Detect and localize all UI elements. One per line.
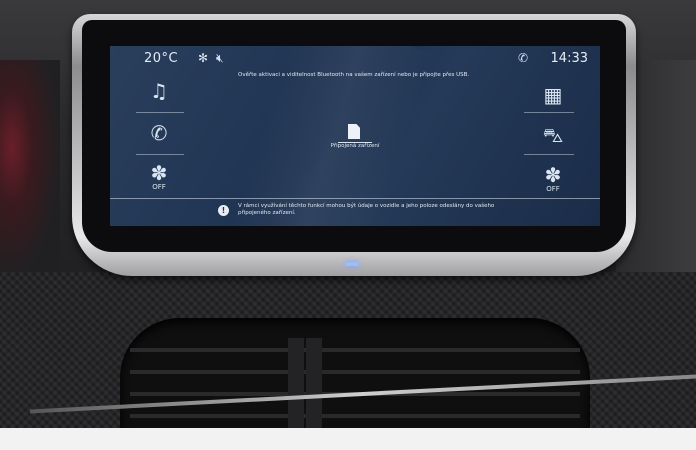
music-note-icon: ♫ xyxy=(150,79,168,103)
left-menu-divider xyxy=(136,112,184,113)
ambient-light-indicator xyxy=(345,262,359,266)
right-menu-divider xyxy=(524,112,574,113)
info-bar: ! V rámci využívání těchto funkcí mohou … xyxy=(110,198,600,226)
document-device-icon[interactable] xyxy=(348,124,360,139)
climate-fan-icon: ✽ xyxy=(544,163,562,187)
status-bar: 20°C ✻ 🔇︎ ✆ 14:33 xyxy=(110,46,600,70)
climate-left-button[interactable]: ✽ OFF xyxy=(136,160,182,194)
temperature-readout[interactable]: 20°C xyxy=(144,51,178,66)
infotainment-screen: 20°C ✻ 🔇︎ ✆ 14:33 ♫ ✆ ✽ OFF ▦ ⛍ ✽ OFF Ov… xyxy=(110,46,600,226)
vehicle-button[interactable]: ⛍ xyxy=(530,118,576,152)
speaker-muted-icon: 🔇︎ xyxy=(216,51,224,65)
vent-slat xyxy=(130,370,580,374)
photo-border-bottom xyxy=(0,428,696,450)
phone-button[interactable]: ✆ xyxy=(136,116,182,150)
vent-slat xyxy=(130,348,580,352)
vent-slat xyxy=(130,414,580,418)
clock: 14:33 xyxy=(550,51,588,66)
climate-right-state: OFF xyxy=(546,185,560,193)
climate-right-button[interactable]: ✽ OFF xyxy=(530,162,576,196)
right-menu-divider xyxy=(524,154,574,155)
dashboard-left-trim xyxy=(0,60,60,280)
car-icon: ⛍ xyxy=(542,123,564,147)
fan-icon: ✻ xyxy=(198,51,209,65)
apps-button[interactable]: ▦ xyxy=(530,78,576,112)
phone-connected-icon: ✆ xyxy=(518,51,529,65)
phone-icon: ✆ xyxy=(150,121,168,145)
data-sharing-notice: V rámci využívání těchto funkcí mohou bý… xyxy=(238,203,495,216)
car-dashboard-scene: 20°C ✻ 🔇︎ ✆ 14:33 ♫ ✆ ✽ OFF ▦ ⛍ ✽ OFF Ov… xyxy=(0,0,696,450)
climate-left-state: OFF xyxy=(152,183,166,191)
media-button[interactable]: ♫ xyxy=(136,74,182,108)
connected-devices-button[interactable]: Připojená zařízení xyxy=(330,143,380,150)
info-icon: ! xyxy=(218,205,229,216)
bluetooth-notice: Ověřte aktivaci a viditelnost Bluetooth … xyxy=(238,72,470,78)
left-menu-divider xyxy=(136,154,184,155)
climate-fan-icon: ✽ xyxy=(150,161,168,185)
apps-grid-icon: ▦ xyxy=(543,83,563,107)
